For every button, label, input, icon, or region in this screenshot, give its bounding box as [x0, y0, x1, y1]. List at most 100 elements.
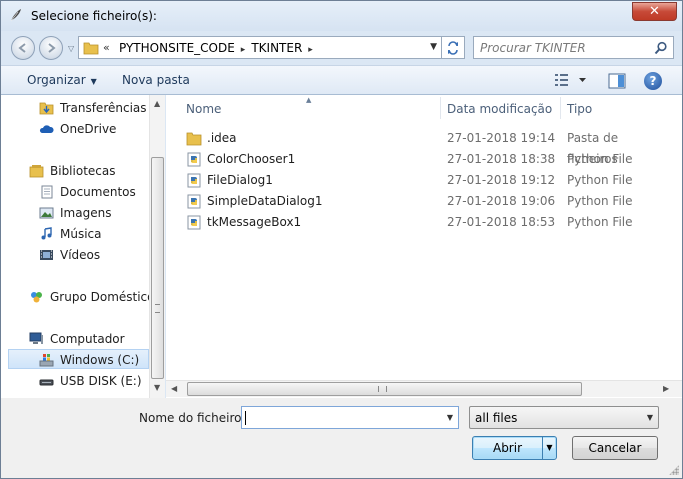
pictures-icon — [39, 207, 54, 219]
help-button[interactable]: ? — [644, 72, 662, 90]
python-file-icon — [187, 152, 201, 167]
nav-item-musica[interactable]: Música — [1, 224, 149, 244]
nav-item-imagens[interactable]: Imagens — [1, 203, 149, 223]
column-header-name[interactable]: Nome — [186, 95, 221, 121]
open-options-chevron-icon[interactable]: ▼ — [542, 437, 556, 459]
nav-item-label: Música — [60, 227, 102, 241]
breadcrumb-item[interactable]: TKINTER — [251, 41, 302, 55]
scrollbar-grip-icon — [155, 304, 160, 313]
scroll-up-arrow-icon[interactable]: ▲ — [154, 99, 160, 108]
file-row[interactable]: .idea 27-01-2018 19:14 Pasta de ficheiro… — [180, 128, 672, 166]
chevron-down-icon[interactable]: ▼ — [447, 413, 453, 422]
search-box[interactable] — [473, 36, 674, 59]
file-row[interactable]: FileDialog1 27-01-2018 19:12 Python File — [180, 170, 672, 191]
arrow-right-icon — [48, 43, 56, 53]
nav-item-videos[interactable]: Vídeos — [1, 245, 149, 265]
organize-label: Organizar — [27, 73, 86, 87]
nav-item-label: Computador — [50, 332, 125, 346]
nav-item-label: OneDrive — [60, 122, 117, 136]
open-button-label: Abrir — [492, 441, 523, 455]
scroll-right-arrow-icon[interactable]: ▶ — [663, 384, 669, 393]
search-icon[interactable] — [654, 41, 668, 55]
navigation-scrollbar[interactable]: ▲ ▼ — [149, 95, 165, 398]
organize-menu-button[interactable]: Organizar ▼ — [27, 73, 97, 87]
search-input[interactable] — [480, 40, 650, 56]
nav-item-usb-disk[interactable]: USB DISK (E:) — [1, 371, 149, 391]
column-header-date[interactable]: Data modificação — [447, 95, 552, 121]
text-cursor — [245, 411, 246, 425]
breadcrumb-item[interactable]: PYTHONSITE_CODE — [119, 41, 235, 55]
filename-input[interactable] — [245, 409, 435, 426]
file-row[interactable]: tkMessageBox1 27-01-2018 18:53 Python Fi… — [180, 212, 672, 233]
scrollbar-thumb[interactable] — [187, 382, 582, 396]
column-divider[interactable] — [440, 97, 441, 119]
file-type: Python File — [567, 215, 633, 229]
cancel-button[interactable]: Cancelar — [572, 436, 658, 460]
breadcrumb-separator-icon[interactable]: ▸ — [241, 45, 246, 55]
breadcrumb: PYTHONSITE_CODE ▸ TKINTER ▸ — [119, 41, 319, 55]
nav-item-computador[interactable]: Computador — [1, 329, 149, 349]
scroll-left-arrow-icon[interactable]: ◀ — [171, 384, 177, 393]
nav-item-label: Bibliotecas — [50, 164, 116, 178]
file-type: Python File — [567, 173, 633, 187]
nav-item-label: Transferências — [60, 101, 147, 115]
dialog-footer: Nome do ficheiro: ▼ all files ▼ Abrir ▼ … — [1, 398, 682, 478]
nav-item-onedrive[interactable]: OneDrive — [1, 119, 149, 139]
back-button[interactable] — [11, 36, 35, 60]
file-name: tkMessageBox1 — [207, 215, 302, 229]
file-type: Python File — [567, 152, 633, 166]
file-row[interactable]: ColorChooser1 27-01-2018 18:38 Python Fi… — [180, 149, 672, 170]
nav-item-label: Documentos — [60, 185, 136, 199]
nav-item-transferencias[interactable]: Transferências — [1, 98, 149, 118]
close-button[interactable]: ✕ — [632, 2, 677, 21]
arrow-left-icon — [18, 43, 26, 53]
windows-drive-icon — [39, 354, 54, 367]
scrollbar-grip-icon — [378, 386, 387, 392]
nav-item-label: Windows (C:) — [60, 353, 140, 367]
file-type-filter-select[interactable]: all files ▼ — [469, 406, 659, 429]
nav-item-label: USB DISK (E:) — [60, 374, 142, 388]
scrollbar-thumb[interactable] — [151, 157, 164, 379]
filename-combobox[interactable]: ▼ — [241, 406, 459, 429]
chevron-down-icon: ▼ — [90, 77, 97, 86]
breadcrumb-overflow[interactable]: « — [103, 41, 110, 54]
command-bar: Organizar ▼ Nova pasta ? — [1, 65, 682, 95]
scroll-down-arrow-icon[interactable]: ▼ — [154, 383, 160, 392]
breadcrumb-separator-icon[interactable]: ▸ — [308, 45, 313, 55]
file-row[interactable]: SimpleDataDialog1 27-01-2018 19:06 Pytho… — [180, 191, 672, 212]
address-bar[interactable]: « PYTHONSITE_CODE ▸ TKINTER ▸ ▼ — [78, 36, 442, 59]
file-date: 27-01-2018 19:14 — [447, 131, 556, 145]
file-name: .idea — [207, 131, 237, 145]
computer-icon — [29, 332, 43, 344]
file-list-horizontal-scrollbar[interactable]: ◀ ▶ — [166, 380, 682, 397]
change-view-button[interactable] — [554, 72, 588, 91]
nav-item-grupo-domestico[interactable]: Grupo Doméstico — [1, 287, 155, 307]
address-dropdown-icon[interactable]: ▼ — [430, 42, 437, 52]
refresh-button[interactable] — [442, 36, 465, 59]
nav-item-documentos[interactable]: Documentos — [1, 182, 149, 202]
new-folder-button[interactable]: Nova pasta — [122, 73, 190, 87]
forward-button[interactable] — [39, 36, 63, 60]
resize-grip-icon[interactable] — [669, 465, 679, 475]
nav-item-windows-c[interactable]: Windows (C:) — [8, 349, 149, 369]
file-date: 27-01-2018 19:06 — [447, 194, 556, 208]
folder-icon — [186, 132, 202, 146]
file-date: 27-01-2018 18:38 — [447, 152, 556, 166]
address-row: ▽ « PYTHONSITE_CODE ▸ TKINTER ▸ ▼ — [1, 31, 682, 63]
homegroup-icon — [31, 292, 42, 303]
file-date: 27-01-2018 19:12 — [447, 173, 556, 187]
open-button[interactable]: Abrir ▼ — [472, 436, 557, 460]
column-header-type[interactable]: Tipo — [567, 95, 592, 121]
nav-item-label: Grupo Doméstico — [50, 290, 155, 304]
nav-item-bibliotecas[interactable]: Bibliotecas — [1, 161, 149, 181]
view-list-icon — [555, 74, 586, 86]
python-file-icon — [187, 215, 201, 230]
recent-locations-chevron-icon[interactable]: ▽ — [68, 44, 74, 53]
file-name: SimpleDataDialog1 — [207, 194, 323, 208]
sort-ascending-icon: ▲ — [306, 96, 312, 104]
column-divider[interactable] — [560, 97, 561, 119]
libraries-icon — [29, 165, 44, 178]
preview-pane-button[interactable] — [608, 73, 626, 92]
file-list-pane: ▲ Nome Data modificação Tipo .idea 27-01… — [166, 95, 682, 398]
title-bar[interactable]: Selecione ficheiro(s): ✕ — [1, 1, 682, 31]
